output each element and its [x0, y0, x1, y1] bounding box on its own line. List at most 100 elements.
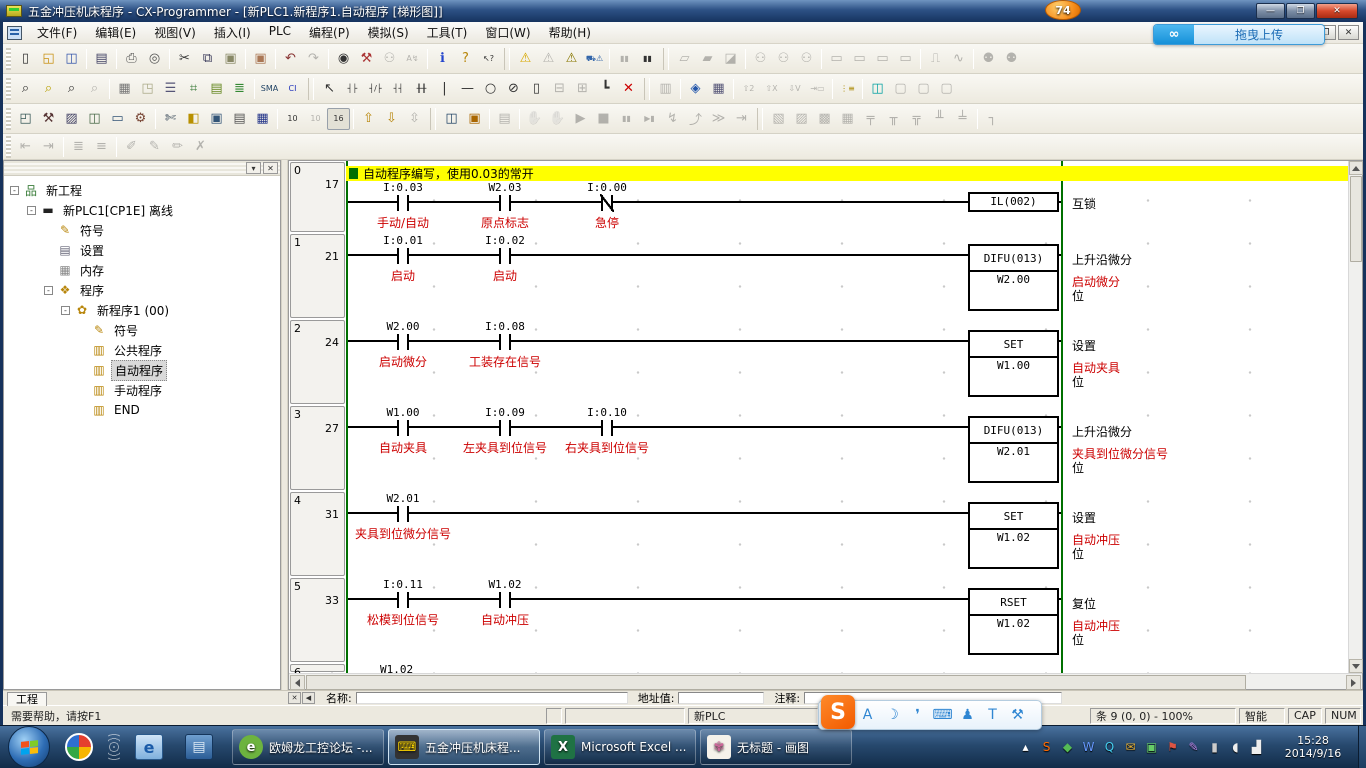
tree-item[interactable]: -▤设置 — [4, 240, 280, 260]
sogou-tray-icon[interactable]: S — [1037, 740, 1056, 754]
symbol-bar-icon[interactable]: ▤ — [205, 78, 228, 100]
section-list-icon[interactable]: ▣ — [205, 108, 228, 130]
undo-icon[interactable]: ↶ — [279, 48, 302, 70]
tree-expander-icon[interactable]: - — [44, 286, 53, 295]
tree-panel-close-icon[interactable]: ✕ — [263, 162, 278, 174]
tree-item[interactable]: -▥公共程序 — [4, 340, 280, 360]
tree-item[interactable]: -▬新PLC1[CP1E] 离线 — [4, 200, 280, 220]
tree-item[interactable]: -品新工程 — [4, 180, 280, 200]
cascade-window-icon[interactable]: ◰ — [14, 108, 37, 130]
io-bit-icon[interactable]: ▦ — [251, 108, 274, 130]
work-online-icon[interactable]: ◫ — [440, 108, 463, 130]
decimal-10-icon[interactable]: 10 — [281, 108, 304, 130]
rung-body[interactable]: DIFU(013)W2.00 I:0.01启动I:0.02启动 — [346, 233, 1061, 319]
tree-panel-pin-icon[interactable]: ▾ — [246, 162, 261, 174]
rung-number-cell[interactable]: 327 — [290, 406, 345, 490]
watch-window-icon[interactable]: ◫ — [866, 78, 889, 100]
ime-account-icon[interactable]: ♟ — [955, 707, 980, 723]
ladder-contact[interactable]: I:0.11松模到位信号 — [348, 578, 458, 628]
address-input[interactable] — [678, 692, 764, 704]
open-file-icon[interactable]: ◱ — [37, 48, 60, 70]
flag-tray-icon[interactable]: ⚑ — [1163, 740, 1182, 754]
paste-icon[interactable]: ▣ — [219, 48, 242, 70]
paste-special-icon[interactable]: ▣ — [249, 48, 272, 70]
properties-icon[interactable]: ⚙ — [129, 108, 152, 130]
horizontal-scrollbar[interactable] — [289, 673, 1362, 689]
print-preview-icon[interactable]: ◎ — [143, 48, 166, 70]
find-icon[interactable]: ◉ — [332, 48, 355, 70]
scroll-left-icon[interactable] — [290, 675, 305, 690]
taskbar-window-button[interactable]: ⌨五金冲压机床程... — [388, 729, 540, 765]
ime-softkeyboard-icon[interactable]: ⌨ — [930, 707, 955, 723]
menu-item[interactable]: 帮助(H) — [540, 21, 600, 44]
toolbar-grip[interactable] — [6, 48, 11, 70]
save-file-icon[interactable]: ◫ — [60, 48, 83, 70]
grid-toggle-icon[interactable]: ▦ — [113, 78, 136, 100]
instruction-box[interactable]: DIFU(013)W2.00 — [968, 244, 1059, 311]
delete-line-icon[interactable]: ✕ — [617, 78, 640, 100]
ci-dialog-icon[interactable]: CI — [281, 78, 304, 100]
close-button[interactable]: ✕ — [1316, 3, 1358, 19]
build-tool-icon[interactable]: ⚒ — [37, 108, 60, 130]
find-warning-icon[interactable]: ⚠ — [560, 48, 583, 70]
transfer-warning-icon[interactable]: ⛟⚠ — [583, 48, 606, 70]
vertical-scroll-thumb[interactable] — [1350, 176, 1362, 262]
rung-number-cell[interactable]: 431 — [290, 492, 345, 576]
local-symbol-icon[interactable]: ◧ — [182, 108, 205, 130]
show-desktop-button[interactable] — [1358, 726, 1366, 768]
ladder-contact-nc[interactable]: I:0.00急停 — [552, 181, 662, 231]
instruction-box[interactable]: IL(002) — [968, 192, 1059, 212]
menu-item[interactable]: 编程(P) — [300, 21, 359, 44]
rung-body[interactable]: SETW1.00 W2.00启动微分I:0.08工装存在信号 — [346, 319, 1061, 405]
prev-arrow-icon[interactable]: ◀ — [302, 692, 315, 704]
accelerator-ball-badge[interactable]: 74 — [1045, 0, 1081, 20]
ladder-contact[interactable]: W2.03原点标志 — [450, 181, 560, 231]
rung-body[interactable]: DIFU(013)W2.01 W1.00自动夹具I:0.09左夹具到位信号I:0… — [346, 405, 1061, 491]
contact-nc-icon[interactable]: ┤/├ — [364, 78, 387, 100]
ime-fullhalf-icon[interactable]: ☽ — [880, 707, 905, 723]
coil-icon[interactable]: ○ — [479, 78, 502, 100]
tree-item[interactable]: -❖程序 — [4, 280, 280, 300]
ladder-contact[interactable]: I:0.10右夹具到位信号 — [552, 406, 662, 456]
mail-tray-icon[interactable]: ✉ — [1121, 740, 1140, 754]
close-watch-icon[interactable]: ✕ — [288, 692, 301, 704]
ladder-contact[interactable]: W1.02自动冲压 — [450, 578, 560, 628]
download-arrow-icon[interactable]: ⇩ — [380, 108, 403, 130]
taskbar-window-button[interactable]: XMicrosoft Excel ... — [544, 729, 696, 765]
vertical-line-icon[interactable]: | — [433, 78, 456, 100]
ladder-contact[interactable]: W2.01夹具到位微分信号 — [348, 492, 458, 542]
menu-item[interactable]: 编辑(E) — [86, 21, 145, 44]
rung-body[interactable]: W1.02 — [346, 663, 1061, 673]
context-help-icon[interactable]: ↖? — [477, 48, 500, 70]
taskbar-window-button[interactable]: ✾无标题 - 画图 — [700, 729, 852, 765]
qq-tray-icon[interactable]: Q — [1100, 740, 1119, 754]
usb-tray-icon[interactable]: ▮ — [1205, 740, 1224, 754]
horizontal-scroll-thumb[interactable] — [306, 675, 1246, 690]
word-tray-icon[interactable]: W — [1079, 740, 1098, 754]
menu-item[interactable]: 模拟(S) — [359, 21, 418, 44]
hex-16-icon[interactable]: 16 — [327, 108, 350, 130]
online-simulator-icon[interactable]: ▣ — [463, 108, 486, 130]
maximize-button[interactable]: ❐ — [1286, 3, 1315, 19]
quicklaunch-grip[interactable] — [108, 732, 120, 762]
compile-warning-icon[interactable]: ⚠ — [514, 48, 537, 70]
mdi-close-button[interactable]: ✕ — [1338, 25, 1359, 40]
ime-punct-icon[interactable]: ❜ — [905, 707, 930, 723]
taskbar-clock[interactable]: 15:28 2014/9/16 — [1274, 734, 1352, 760]
compile-check-icon[interactable]: ▤ — [90, 48, 113, 70]
line-corner-icon[interactable]: ┗ — [594, 78, 617, 100]
upload-arrow-icon[interactable]: ⇧ — [357, 108, 380, 130]
dialog-list-icon[interactable]: ▤ — [228, 108, 251, 130]
network-tray-icon[interactable]: ▟ — [1247, 740, 1266, 754]
rung-comment-bar[interactable]: 自动程序编写，使用0.03的常开 — [346, 166, 1348, 181]
ladder-contact[interactable]: W1.00自动夹具 — [348, 406, 458, 456]
tree-item[interactable]: -✎符号 — [4, 220, 280, 240]
rung-body[interactable]: RSETW1.02 I:0.11松模到位信号W1.02自动冲压 — [346, 577, 1061, 663]
coil-closed-icon[interactable]: ⊘ — [502, 78, 525, 100]
instruction-box-icon[interactable]: ▯ — [525, 78, 548, 100]
rung-number-cell[interactable]: 224 — [290, 320, 345, 404]
ie-browser-launcher[interactable]: e — [128, 729, 170, 765]
contact-or-nc-icon[interactable]: ╫╫ — [410, 78, 433, 100]
rung-comment-icon[interactable]: ◳ — [136, 78, 159, 100]
ladder-canvas[interactable]: 自动程序编写，使用0.03的常开 017 IL(002) I:0.03手动/自动… — [289, 161, 1348, 673]
